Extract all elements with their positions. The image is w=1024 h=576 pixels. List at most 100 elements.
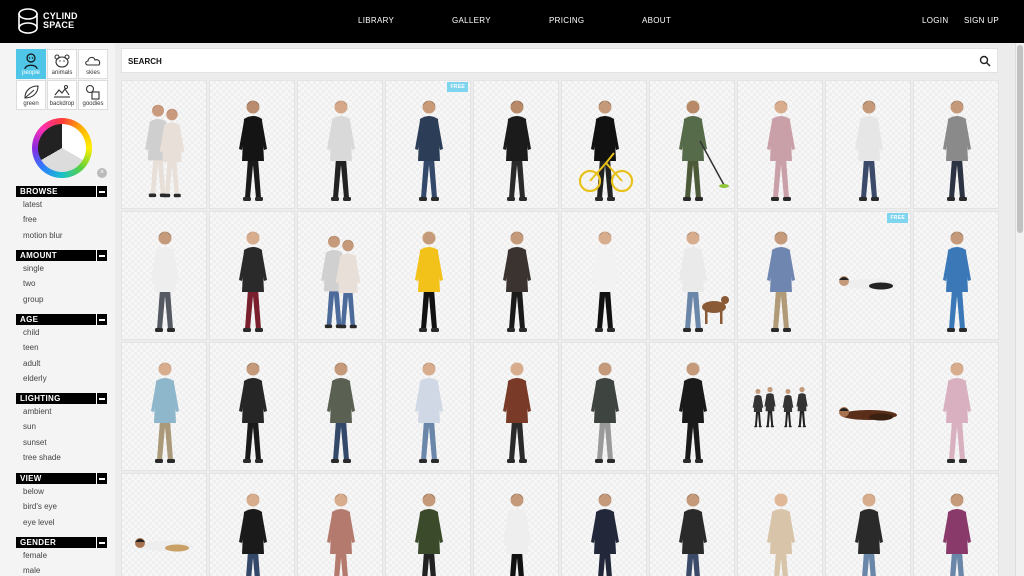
filter-male[interactable]: male xyxy=(16,563,107,576)
collapse-icon[interactable] xyxy=(96,186,107,197)
filter-tree-shade[interactable]: tree shade xyxy=(16,450,107,465)
signup-link[interactable]: SIGN UP xyxy=(964,16,999,25)
cutout-tile[interactable] xyxy=(473,342,559,471)
page-scrollbar[interactable] xyxy=(1015,43,1024,576)
filter-free[interactable]: free xyxy=(16,212,107,227)
cutout-tile[interactable] xyxy=(649,211,735,340)
cutout-tile[interactable] xyxy=(737,211,823,340)
cutout-tile[interactable]: FREE xyxy=(825,211,911,340)
filter-latest[interactable]: latest xyxy=(16,197,107,212)
collapse-icon[interactable] xyxy=(96,473,107,484)
nav-about[interactable]: ABOUT xyxy=(642,16,671,25)
filter-group[interactable]: group xyxy=(16,292,107,307)
cutout-tile[interactable] xyxy=(825,342,911,471)
cutout-tile[interactable] xyxy=(561,211,647,340)
filter-eye-level[interactable]: eye level xyxy=(16,515,107,530)
collapse-icon[interactable] xyxy=(96,393,107,404)
gender-header[interactable]: GENDER xyxy=(16,537,107,548)
cutout-tile[interactable] xyxy=(297,211,383,340)
filter-below[interactable]: below xyxy=(16,484,107,499)
age-header[interactable]: AGE xyxy=(16,314,107,325)
search-icon[interactable] xyxy=(979,55,991,67)
cutout-tile[interactable] xyxy=(649,342,735,471)
cutout-figure xyxy=(239,362,267,463)
category-animals[interactable]: animals xyxy=(47,49,77,79)
cutout-tile[interactable] xyxy=(297,473,383,576)
filter-two[interactable]: two xyxy=(16,276,107,291)
lighting-header[interactable]: LIGHTING xyxy=(16,393,107,404)
nav-library[interactable]: LIBRARY xyxy=(358,16,394,25)
cutout-tile[interactable] xyxy=(121,211,207,340)
filter-birds-eye[interactable]: bird's eye xyxy=(16,499,107,514)
category-people[interactable]: people xyxy=(16,49,46,79)
cutout-tile[interactable] xyxy=(737,473,823,576)
search-input[interactable] xyxy=(128,54,948,68)
filter-single[interactable]: single xyxy=(16,261,107,276)
cutout-figure xyxy=(151,362,179,463)
cutout-tile[interactable] xyxy=(913,473,999,576)
cutout-tile[interactable] xyxy=(473,473,559,576)
nav-pricing[interactable]: PRICING xyxy=(549,16,584,25)
cutout-tile[interactable] xyxy=(561,80,647,209)
filter-child[interactable]: child xyxy=(16,325,107,340)
collapse-icon[interactable] xyxy=(96,250,107,261)
category-goodies[interactable]: goodies xyxy=(78,80,108,110)
amount-header[interactable]: AMOUNT xyxy=(16,250,107,261)
site-logo[interactable]: CYLIND SPACE xyxy=(17,7,78,35)
login-link[interactable]: LOGIN xyxy=(922,16,948,25)
cutout-tile[interactable] xyxy=(297,80,383,209)
cutout-figure xyxy=(321,235,361,329)
cutout-tile[interactable] xyxy=(561,342,647,471)
cutout-tile[interactable] xyxy=(209,80,295,209)
gender-title: GENDER xyxy=(20,538,57,547)
filter-motion-blur[interactable]: motion blur xyxy=(16,228,107,243)
cutout-figure xyxy=(752,387,808,428)
cutout-tile[interactable] xyxy=(385,342,471,471)
collapse-icon[interactable] xyxy=(96,537,107,548)
view-section: VIEW below bird's eye eye level xyxy=(16,473,107,530)
cutout-tile[interactable] xyxy=(913,342,999,471)
cutout-tile[interactable] xyxy=(385,211,471,340)
cutout-tile[interactable] xyxy=(297,342,383,471)
cutout-tile[interactable] xyxy=(473,211,559,340)
cutout-tile[interactable] xyxy=(649,80,735,209)
view-header[interactable]: VIEW xyxy=(16,473,107,484)
cutout-tile[interactable] xyxy=(913,80,999,209)
category-green[interactable]: green xyxy=(16,80,46,110)
cutout-tile[interactable] xyxy=(121,80,207,209)
filter-ambient[interactable]: ambient xyxy=(16,404,107,419)
cutout-figure xyxy=(839,276,897,290)
filter-adult[interactable]: adult xyxy=(16,356,107,371)
cutout-tile[interactable] xyxy=(209,211,295,340)
cutout-tile[interactable] xyxy=(209,473,295,576)
color-wheel[interactable] xyxy=(32,118,92,178)
color-reset-icon[interactable]: × xyxy=(97,168,107,178)
filter-female[interactable]: female xyxy=(16,548,107,563)
filter-teen[interactable]: teen xyxy=(16,340,107,355)
cutout-tile[interactable] xyxy=(121,342,207,471)
filter-sun[interactable]: sun xyxy=(16,419,107,434)
people-icon xyxy=(24,53,38,69)
filter-elderly[interactable]: elderly xyxy=(16,371,107,386)
category-skies[interactable]: skies xyxy=(78,49,108,79)
cutout-tile[interactable] xyxy=(649,473,735,576)
browse-header[interactable]: BROWSE xyxy=(16,186,107,197)
nav-gallery[interactable]: GALLERY xyxy=(452,16,491,25)
cutout-tile[interactable] xyxy=(825,80,911,209)
cutout-tile[interactable] xyxy=(913,211,999,340)
cutout-tile[interactable] xyxy=(737,342,823,471)
cutout-tile[interactable] xyxy=(121,473,207,576)
filter-sunset[interactable]: sunset xyxy=(16,435,107,450)
cutout-tile[interactable] xyxy=(825,473,911,576)
category-backdrop[interactable]: backdrop xyxy=(47,80,77,110)
cutout-tile[interactable] xyxy=(737,80,823,209)
scrollbar-thumb[interactable] xyxy=(1017,45,1023,233)
cutout-tile[interactable] xyxy=(561,473,647,576)
collapse-icon[interactable] xyxy=(96,314,107,325)
cutout-tile[interactable]: FREE xyxy=(385,80,471,209)
logo-line-2: SPACE xyxy=(43,20,75,30)
cutout-tile[interactable] xyxy=(473,80,559,209)
color-wheel-center[interactable] xyxy=(38,124,86,172)
cutout-tile[interactable] xyxy=(385,473,471,576)
cutout-tile[interactable] xyxy=(209,342,295,471)
